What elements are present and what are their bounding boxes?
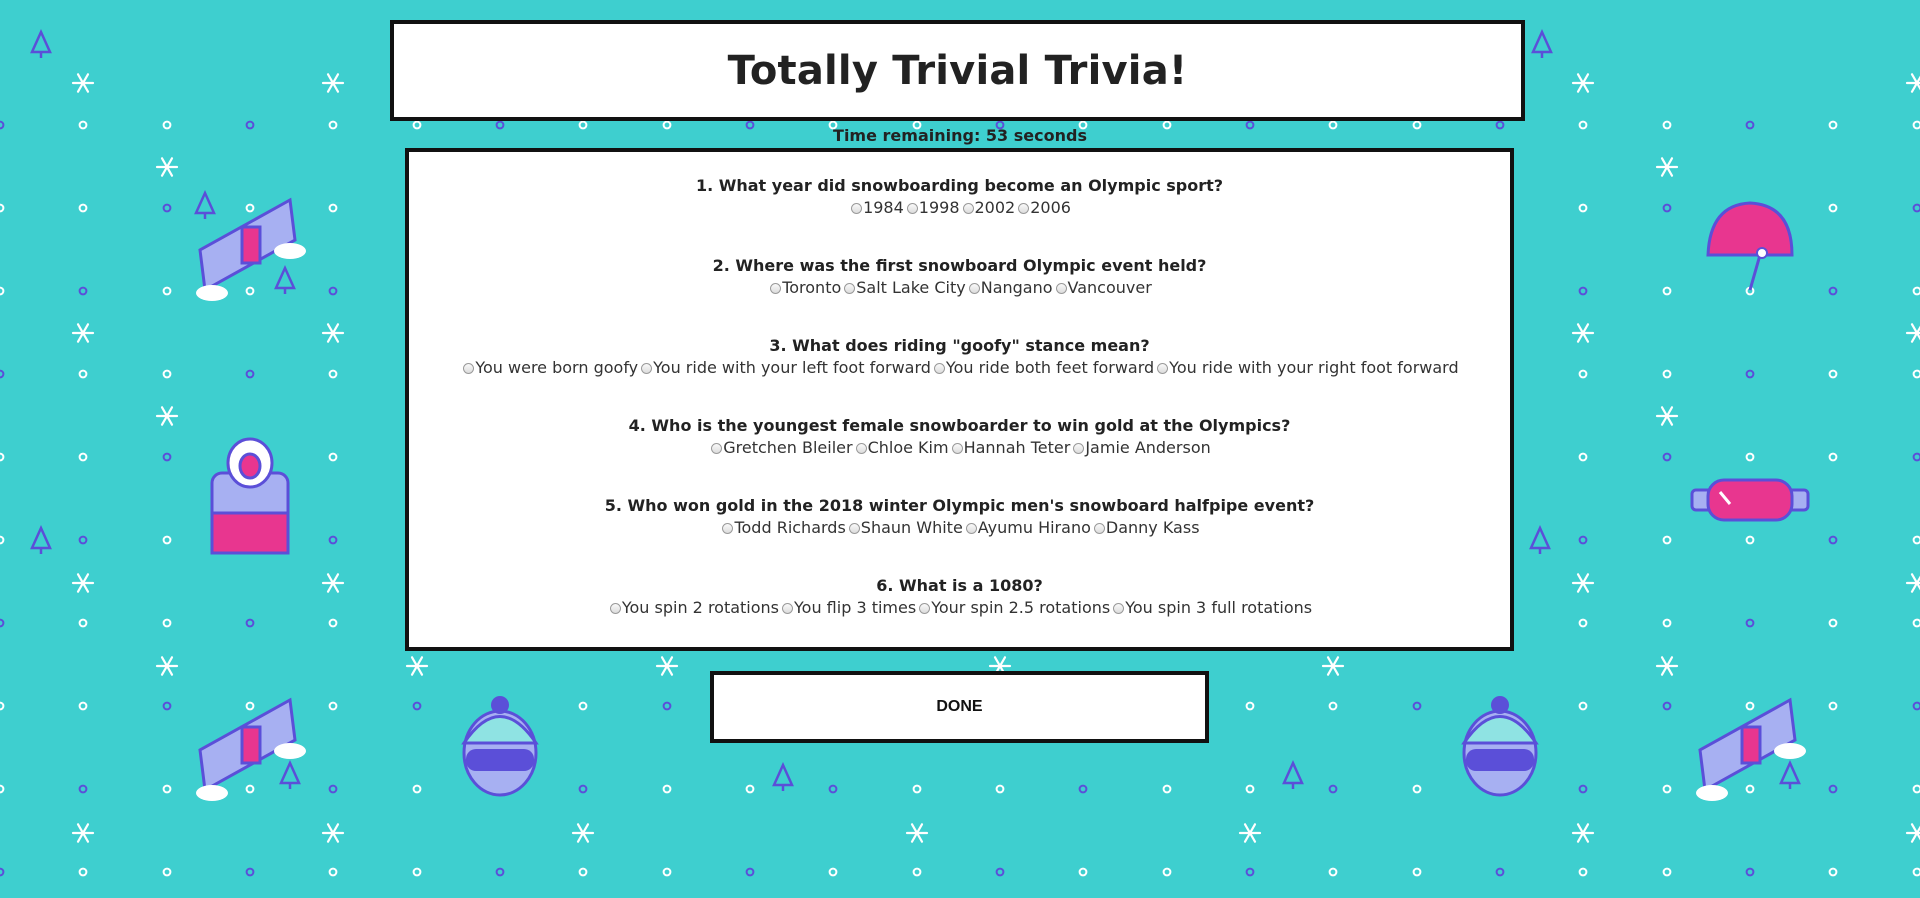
q5-option-1-label: Todd Richards: [734, 518, 846, 537]
question-4: 4. Who is the youngest female snowboarde…: [409, 415, 1510, 459]
q6-option-4-label: You spin 3 full rotations: [1125, 598, 1313, 617]
question-4-options: Gretchen Bleiler Chloe Kim Hannah Teter Jam…: [409, 437, 1510, 459]
q4-option-4-label: Jamie Anderson: [1085, 438, 1211, 457]
q1-option-2-radio[interactable]: [906, 202, 918, 214]
q6-option-3-label: Your spin 2.5 rotations: [931, 598, 1111, 617]
q6-option-4-radio[interactable]: [1113, 602, 1125, 614]
q4-option-3-radio[interactable]: [951, 442, 963, 454]
q4-option-1-radio[interactable]: [711, 442, 723, 454]
q1-option-1-radio[interactable]: [851, 202, 863, 214]
question-5-text: 5. Who won gold in the 2018 winter Olymp…: [604, 496, 1315, 515]
q1-option-3-label: 2002: [974, 198, 1016, 217]
q5-option-3[interactable]: Ayumu Hirano: [963, 517, 1091, 539]
question-5-options: Todd Richards Shaun White Ayumu Hirano Dann…: [409, 517, 1510, 539]
q4-option-3[interactable]: Hannah Teter: [949, 437, 1071, 459]
q2-option-2-label: Salt Lake City: [856, 278, 966, 297]
q6-option-4[interactable]: You spin 3 full rotations: [1110, 597, 1312, 619]
q4-option-2-radio[interactable]: [855, 442, 867, 454]
q2-option-4[interactable]: Vancouver: [1053, 277, 1152, 299]
question-3-options: You were born goofy You ride with your le…: [409, 357, 1510, 379]
q2-option-1[interactable]: Toronto: [767, 277, 841, 299]
question-2-text: 2. Where was the first snowboard Olympic…: [712, 256, 1207, 275]
q6-option-1[interactable]: You spin 2 rotations: [607, 597, 779, 619]
q6-option-3[interactable]: Your spin 2.5 rotations: [916, 597, 1110, 619]
q1-option-4[interactable]: 2006: [1015, 197, 1071, 219]
quiz-panel: 1. What year did snowboarding become an …: [405, 148, 1514, 651]
question-5: 5. Who won gold in the 2018 winter Olymp…: [409, 495, 1510, 539]
q1-option-3-radio[interactable]: [962, 202, 974, 214]
q2-option-2-radio[interactable]: [844, 282, 856, 294]
question-4-text: 4. Who is the youngest female snowboarde…: [628, 416, 1291, 435]
question-1: 1. What year did snowboarding become an …: [409, 175, 1510, 219]
q4-option-1-label: Gretchen Bleiler: [723, 438, 853, 457]
q4-option-4[interactable]: Jamie Anderson: [1070, 437, 1211, 459]
q3-option-1-label: You were born goofy: [475, 358, 639, 377]
q4-option-2-label: Chloe Kim: [867, 438, 949, 457]
q6-option-1-radio[interactable]: [609, 602, 621, 614]
q6-option-3-radio[interactable]: [919, 602, 931, 614]
q3-option-4[interactable]: You ride with your right foot forward: [1154, 357, 1459, 379]
title-box: Totally Trivial Trivia!: [390, 20, 1525, 121]
q3-option-3-radio[interactable]: [933, 362, 945, 374]
q5-option-4[interactable]: Danny Kass: [1091, 517, 1200, 539]
question-6-options: You spin 2 rotations You flip 3 times Your…: [409, 597, 1510, 619]
timer-text: Time remaining: 53 seconds: [833, 126, 1087, 145]
q2-option-3[interactable]: Nangano: [966, 277, 1053, 299]
question-1-text: 1. What year did snowboarding become an …: [695, 176, 1224, 195]
q3-option-1-radio[interactable]: [463, 362, 475, 374]
q1-option-3[interactable]: 2002: [960, 197, 1016, 219]
q6-option-1-label: You spin 2 rotations: [621, 598, 780, 617]
q6-option-2[interactable]: You flip 3 times: [779, 597, 916, 619]
q5-option-3-radio[interactable]: [965, 522, 977, 534]
q2-option-4-radio[interactable]: [1055, 282, 1067, 294]
q3-option-4-label: You ride with your right foot forward: [1169, 358, 1459, 377]
q1-option-2-label: 1998: [918, 198, 960, 217]
q1-option-1[interactable]: 1984: [848, 197, 904, 219]
q5-option-1-radio[interactable]: [722, 522, 734, 534]
q5-option-2[interactable]: Shaun White: [846, 517, 963, 539]
page-title: Totally Trivial Trivia!: [727, 47, 1188, 94]
q5-option-2-label: Shaun White: [860, 518, 963, 537]
q2-option-1-radio[interactable]: [770, 282, 782, 294]
q3-option-3[interactable]: You ride both feet forward: [931, 357, 1154, 379]
q3-option-3-label: You ride both feet forward: [945, 358, 1155, 377]
q6-option-2-label: You flip 3 times: [794, 598, 917, 617]
question-1-options: 1984 1998 2002 2006: [409, 197, 1510, 219]
q2-option-4-label: Vancouver: [1067, 278, 1152, 297]
q5-option-4-radio[interactable]: [1093, 522, 1105, 534]
q4-option-1[interactable]: Gretchen Bleiler: [708, 437, 853, 459]
q5-option-2-radio[interactable]: [848, 522, 860, 534]
done-button[interactable]: DONE: [710, 671, 1209, 743]
q1-option-1-label: 1984: [863, 198, 904, 217]
q5-option-4-label: Danny Kass: [1105, 518, 1200, 537]
question-6: 6. What is a 1080? You spin 2 rotations Y…: [409, 575, 1510, 619]
q4-option-4-radio[interactable]: [1073, 442, 1085, 454]
question-3-text: 3. What does riding "goofy" stance mean?: [769, 336, 1150, 355]
question-6-text: 6. What is a 1080?: [876, 576, 1043, 595]
q3-option-2-label: You ride with your left foot forward: [653, 358, 931, 377]
q1-option-4-radio[interactable]: [1018, 202, 1030, 214]
q4-option-3-label: Hannah Teter: [963, 438, 1071, 457]
q4-option-2[interactable]: Chloe Kim: [853, 437, 949, 459]
q2-option-1-label: Toronto: [782, 278, 842, 297]
q3-option-4-radio[interactable]: [1157, 362, 1169, 374]
question-2-options: Toronto Salt Lake City Nangano Vancouver: [409, 277, 1510, 299]
question-3: 3. What does riding "goofy" stance mean?…: [409, 335, 1510, 379]
question-2: 2. Where was the first snowboard Olympic…: [409, 255, 1510, 299]
q2-option-3-radio[interactable]: [968, 282, 980, 294]
q2-option-2[interactable]: Salt Lake City: [841, 277, 966, 299]
q1-option-2[interactable]: 1998: [904, 197, 960, 219]
q3-option-1[interactable]: You were born goofy: [460, 357, 638, 379]
q6-option-2-radio[interactable]: [782, 602, 794, 614]
q5-option-1[interactable]: Todd Richards: [719, 517, 846, 539]
q3-option-2-radio[interactable]: [641, 362, 653, 374]
q1-option-4-label: 2006: [1030, 198, 1071, 217]
q3-option-2[interactable]: You ride with your left foot forward: [638, 357, 931, 379]
q2-option-3-label: Nangano: [980, 278, 1053, 297]
q5-option-3-label: Ayumu Hirano: [977, 518, 1091, 537]
